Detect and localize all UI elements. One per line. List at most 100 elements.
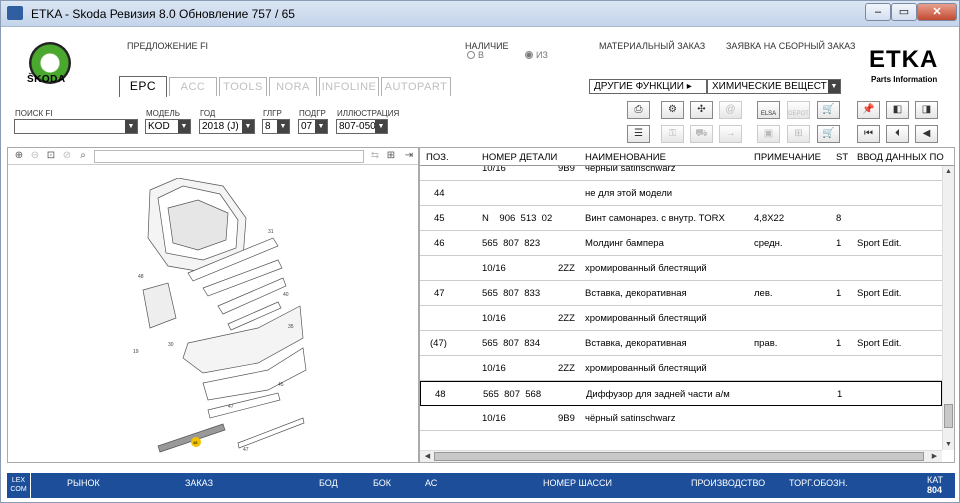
- col-st[interactable]: ST: [836, 152, 848, 163]
- assembly-order-link[interactable]: ЗАЯВКА НА СБОРНЫЙ ЗАКАЗ: [726, 41, 855, 51]
- cart-list-icon[interactable]: 🛒: [817, 125, 840, 143]
- zoom-reset-icon[interactable]: ⊘: [60, 149, 74, 163]
- year-value: 2018 (J): [202, 121, 239, 132]
- illustration-pane: ⊕ ⊖ ⊡ ⊘ ⌕ ⇆ ⊞ ⇥ 48 19 30 31 40 35 45 47 …: [7, 147, 419, 463]
- key-icon[interactable]: ⚿: [661, 125, 684, 143]
- proposal-link[interactable]: ПРЕДЛОЖЕНИЕ FI: [127, 41, 208, 51]
- cell-part: 10/16: [482, 166, 506, 174]
- split-icon[interactable]: ⇆: [368, 149, 382, 163]
- tab-tools[interactable]: TOOLS: [219, 77, 267, 96]
- elsa-button[interactable]: ELSA: [757, 101, 780, 119]
- horizontal-scrollbar[interactable]: ◀ ▶: [420, 450, 942, 462]
- main-group-select[interactable]: 8 ▼: [262, 119, 290, 134]
- mail-icon[interactable]: @: [719, 101, 742, 119]
- col-name[interactable]: НАИМЕНОВАНИЕ: [585, 152, 666, 163]
- tab-nora[interactable]: NORA: [269, 77, 317, 96]
- print-icon[interactable]: ⎙: [627, 101, 650, 119]
- close-button[interactable]: ✕: [917, 3, 957, 21]
- cart-add-icon[interactable]: ⊞: [787, 125, 810, 143]
- illustration-path-field[interactable]: [94, 150, 364, 163]
- table-row[interactable]: 46 565 807 823 Молдинг бампера средн. 1 Sport…: [420, 231, 942, 256]
- col-pos[interactable]: ПОЗ.: [426, 152, 449, 163]
- tab-infoline[interactable]: INFOLINE: [319, 77, 379, 96]
- scroll-down-icon[interactable]: ▼: [943, 439, 954, 450]
- col-input[interactable]: ВВОД ДАННЫХ ПО: [857, 152, 944, 163]
- scroll-left-icon[interactable]: ◀: [422, 451, 433, 462]
- chevron-down-icon[interactable]: ▼: [375, 120, 387, 133]
- parts-icon[interactable]: ✣: [690, 101, 713, 119]
- zoom-fit-icon[interactable]: ⊡: [44, 149, 58, 163]
- availability-radio-out[interactable]: ИЗ: [525, 50, 548, 60]
- year-select[interactable]: 2018 (J) ▼: [199, 119, 255, 134]
- chevron-down-icon[interactable]: ▼: [315, 120, 327, 133]
- tab-acc[interactable]: ACC: [169, 77, 217, 96]
- scroll-right-icon[interactable]: ▶: [929, 451, 940, 462]
- magnifier-icon[interactable]: ⌕: [76, 149, 90, 163]
- maximize-button[interactable]: ▭: [891, 3, 917, 21]
- chevron-down-icon[interactable]: ▼: [242, 120, 254, 133]
- back-icon[interactable]: ◀: [915, 125, 938, 143]
- svg-text:31: 31: [268, 229, 274, 235]
- tab-autopart[interactable]: AUTOPART: [381, 77, 451, 96]
- search-input[interactable]: ▼: [14, 119, 138, 134]
- cell-note: 4,8X22: [754, 213, 785, 224]
- table-row[interactable]: 10/16 2ZZ хромированный блестящий: [420, 356, 942, 381]
- status-market: РЫНОК: [67, 478, 100, 488]
- zoom-out-icon[interactable]: ⊖: [28, 149, 42, 163]
- chemicals-select[interactable]: ХИМИЧЕСКИЕ ВЕЩЕСТ ▼: [707, 79, 841, 94]
- status-chassis: НОМЕР ШАССИ: [543, 478, 613, 488]
- cell-pos: (47): [430, 338, 447, 349]
- col-note[interactable]: ПРИМЕЧАНИЕ: [754, 152, 821, 163]
- table-row[interactable]: 10/16 9B9 чёрный satinschwarz: [420, 406, 942, 431]
- vertical-scrollbar[interactable]: ▲ ▼: [942, 166, 954, 450]
- other-functions-button[interactable]: ДРУГИЕ ФУНКЦИИ ▸: [589, 79, 707, 94]
- previous-icon[interactable]: ⏴: [886, 125, 909, 143]
- cell-name: Диффузор для задней части а/м: [586, 389, 730, 400]
- cell-note: средн.: [754, 238, 783, 249]
- table-row[interactable]: (47) 565 807 834 Вставка, декоративная прав…: [420, 331, 942, 356]
- chevron-down-icon[interactable]: ▼: [125, 120, 137, 133]
- col-part-number[interactable]: НОМЕР ДЕТАЛИ: [482, 152, 557, 163]
- scroll-thumb-horizontal[interactable]: [434, 452, 924, 461]
- tab-epc[interactable]: EPC: [119, 76, 167, 97]
- minimize-button[interactable]: –: [865, 3, 891, 21]
- availability-radio-in[interactable]: В: [467, 50, 484, 60]
- cart-icon[interactable]: 🛒: [817, 101, 840, 119]
- cell-pos: 47: [434, 288, 445, 299]
- chevron-down-icon[interactable]: ▼: [178, 120, 190, 133]
- grid-icon[interactable]: ⊞: [384, 149, 398, 163]
- chevron-down-icon[interactable]: ▼: [277, 120, 289, 133]
- sub-group-select[interactable]: 07 ▼: [298, 119, 328, 134]
- car-icon[interactable]: ⛟: [690, 125, 713, 143]
- title-bar[interactable]: ETKA - Skoda Ревизия 8.0 Обновление 757 …: [1, 1, 959, 27]
- table-row[interactable]: 44 не для этой модели: [420, 181, 942, 206]
- material-order-link[interactable]: МАТЕРИАЛЬНЫЙ ЗАКАЗ: [599, 41, 705, 51]
- table-row[interactable]: 10/16 2ZZ хромированный блестящий: [420, 306, 942, 331]
- table-row[interactable]: 45 N 906 513 02 Винт самонарез. с внутр. T…: [420, 206, 942, 231]
- table-row-selected[interactable]: 48 565 807 568 Диффузор для задней части а…: [420, 381, 942, 406]
- table-row[interactable]: 47 565 807 833 Вставка, декоративная лев. 1 S…: [420, 281, 942, 306]
- cell-name: Винт самонарез. с внутр. TORX: [585, 213, 725, 224]
- app-icon: [7, 6, 23, 20]
- table-row[interactable]: 10/16 2ZZ хромированный блестящий: [420, 256, 942, 281]
- table-row[interactable]: 10/16 9B9 чёрный satinschwarz: [420, 166, 942, 181]
- scroll-thumb[interactable]: [944, 404, 953, 428]
- illustration-select[interactable]: 807-050 ▼: [336, 119, 388, 134]
- service-icon[interactable]: ⚙: [661, 101, 684, 119]
- parts-illustration[interactable]: 48 19 30 31 40 35 45 47 47 48: [128, 178, 308, 458]
- first-icon[interactable]: ⏮: [857, 125, 880, 143]
- page-forward-icon[interactable]: ◨: [915, 101, 938, 119]
- svg-text:48: 48: [138, 274, 144, 280]
- sub-group-value: 07: [301, 121, 313, 132]
- arrow-right-icon[interactable]: →: [719, 125, 742, 143]
- pin-icon[interactable]: 📌: [857, 101, 880, 119]
- table-body: 10/16 9B9 чёрный satinschwarz 44 не для это…: [420, 166, 942, 450]
- page-back-icon[interactable]: ◧: [886, 101, 909, 119]
- zoom-in-icon[interactable]: ⊕: [12, 149, 26, 163]
- scroll-up-icon[interactable]: ▲: [943, 166, 954, 177]
- move-icon[interactable]: ⇥: [402, 149, 416, 163]
- depot-button[interactable]: DEPOT: [787, 101, 810, 119]
- model-select[interactable]: KOD ▼: [145, 119, 191, 134]
- box-icon[interactable]: ▣: [757, 125, 780, 143]
- list-icon[interactable]: ☰: [627, 125, 650, 143]
